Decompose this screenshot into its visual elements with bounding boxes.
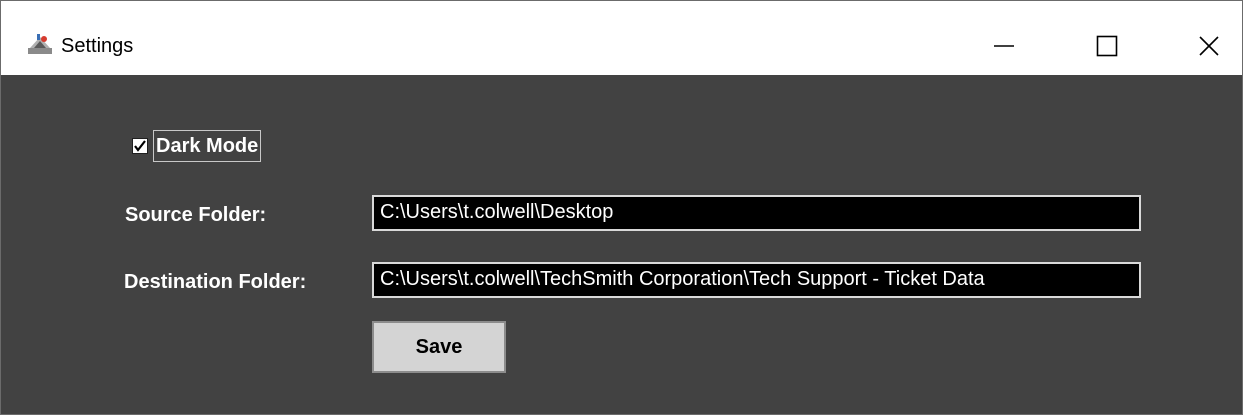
destination-folder-input[interactable]: C:\Users\t.colwell\TechSmith Corporation…	[372, 262, 1141, 298]
dark-mode-label[interactable]: Dark Mode	[153, 130, 262, 162]
destination-folder-label: Destination Folder:	[124, 271, 307, 293]
source-folder-input[interactable]: C:\Users\t.colwell\Desktop	[372, 195, 1141, 231]
checkmark-icon	[134, 140, 146, 152]
maximize-button[interactable]	[1079, 21, 1135, 71]
window-title: Settings	[61, 35, 134, 57]
minimize-icon	[993, 35, 1015, 57]
settings-panel: Dark Mode Source Folder: C:\Users\t.colw…	[1, 75, 1242, 414]
settings-window: Settings Dark Mode Source Folder: C:\Use…	[0, 0, 1243, 415]
checkbox-box[interactable]	[132, 138, 148, 154]
dark-mode-checkbox[interactable]: Dark Mode	[132, 130, 262, 162]
save-button[interactable]: Save	[372, 321, 506, 373]
java-cup-icon	[28, 33, 54, 55]
source-folder-label: Source Folder:	[125, 204, 267, 226]
close-button[interactable]	[1181, 21, 1237, 71]
close-icon	[1198, 35, 1220, 57]
maximize-icon	[1096, 35, 1118, 57]
minimize-button[interactable]	[976, 21, 1032, 71]
title-bar[interactable]: Settings	[1, 1, 1242, 75]
